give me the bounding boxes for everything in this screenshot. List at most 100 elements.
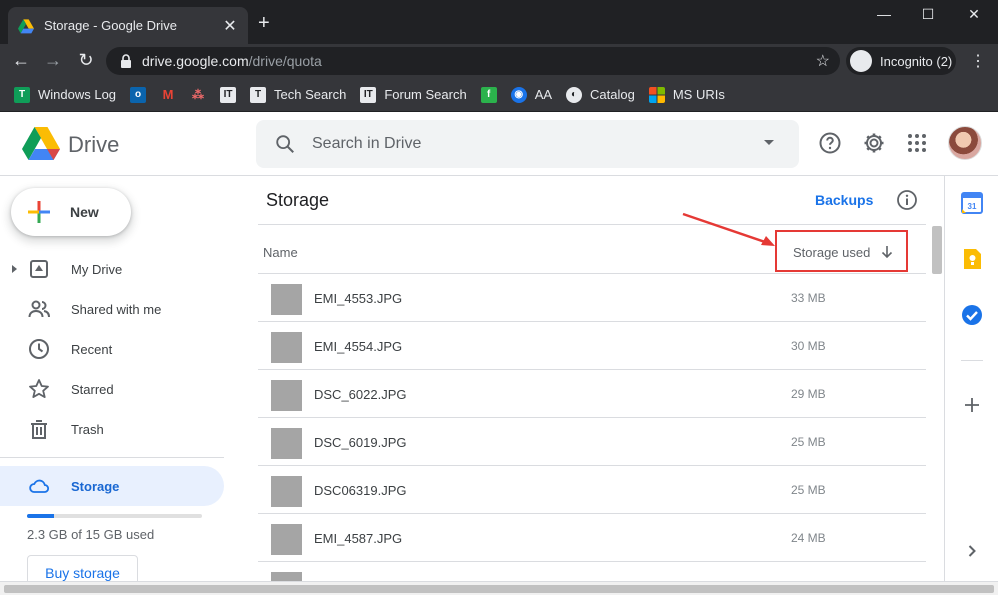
sidebar-item-label: Starred: [71, 381, 114, 397]
file-name: DSC06319.JPG: [314, 483, 407, 498]
google-drive-favicon-icon: [18, 18, 34, 33]
bookmark-ms-uris[interactable]: MS URIs: [648, 86, 725, 103]
sidebar-item-label: Storage: [71, 478, 120, 494]
expand-panel-chevron-icon[interactable]: [961, 540, 983, 562]
keep-icon[interactable]: [961, 248, 983, 270]
file-row[interactable]: [258, 561, 926, 584]
sidebar-item-starred[interactable]: Starred: [0, 373, 224, 405]
sidebar-item-storage[interactable]: Storage: [0, 466, 224, 506]
new-button-label: New: [70, 204, 99, 220]
aa-icon: ◉: [510, 86, 527, 103]
file-thumbnail: [271, 284, 302, 315]
sidebar-item-shared[interactable]: Shared with me: [0, 293, 224, 325]
calendar-icon[interactable]: 31: [961, 192, 983, 214]
expand-arrow-icon[interactable]: [12, 265, 17, 273]
microsoft-icon: [648, 86, 665, 103]
file-row[interactable]: DSC06319.JPG 25 MB: [258, 465, 926, 513]
file-name: EMI_4587.JPG: [314, 531, 403, 546]
browser-tab[interactable]: Storage - Google Drive ✕: [8, 7, 248, 44]
bookmark-outlook[interactable]: o: [130, 86, 147, 103]
search-options-icon[interactable]: [764, 140, 774, 145]
vertical-scrollbar[interactable]: [930, 224, 944, 580]
side-panel-divider: [961, 360, 983, 361]
column-header-name[interactable]: Name: [263, 245, 298, 260]
minimize-icon[interactable]: —: [874, 6, 894, 22]
bookmark-label: Forum Search: [384, 87, 467, 102]
horizontal-scrollbar[interactable]: [0, 581, 998, 595]
file-row[interactable]: DSC_6022.JPG 29 MB: [258, 369, 926, 417]
file-size: 24 MB: [791, 531, 826, 545]
file-size: 33 MB: [791, 291, 826, 305]
bookmark-feedly[interactable]: f: [480, 86, 497, 103]
file-thumbnail: [271, 332, 302, 363]
address-bar[interactable]: drive.google.com/drive/quota ☆: [106, 47, 840, 75]
bookmark-label: Catalog: [590, 87, 635, 102]
add-addon-plus-icon[interactable]: [961, 394, 983, 416]
bookmark-gmail[interactable]: M: [160, 87, 176, 103]
bookmark-star-icon[interactable]: ☆: [816, 51, 830, 71]
tab-close-icon[interactable]: ✕: [222, 16, 238, 36]
backups-link[interactable]: Backups: [815, 192, 873, 208]
cloud-icon: [29, 479, 50, 493]
bookmarks-bar: T Windows Log o M ⁂ IT T Tech Search IT …: [0, 78, 998, 112]
file-name: EMI_4554.JPG: [314, 339, 403, 354]
window-close-icon[interactable]: ✕: [964, 6, 984, 23]
sidebar-item-label: My Drive: [71, 261, 123, 277]
outlook-icon: o: [130, 86, 147, 103]
file-size: 29 MB: [791, 387, 826, 401]
app-title[interactable]: Drive: [68, 132, 119, 158]
shared-icon: [28, 300, 50, 318]
new-button[interactable]: New: [11, 188, 131, 236]
bookmark-label: AA: [534, 87, 553, 102]
apps-grid-icon[interactable]: [905, 131, 929, 155]
bookmark-label: Windows Log: [38, 87, 117, 102]
file-thumbnail: [271, 476, 302, 507]
bookmark-forum-search[interactable]: IT Forum Search: [360, 86, 467, 103]
sidebar-item-trash[interactable]: Trash: [0, 413, 224, 445]
search-icon[interactable]: [274, 133, 296, 155]
bookmark-label: MS URIs: [672, 87, 725, 102]
back-icon[interactable]: ←: [10, 50, 32, 70]
info-icon[interactable]: [896, 189, 918, 211]
account-avatar[interactable]: [948, 126, 982, 160]
maximize-icon[interactable]: ☐: [918, 6, 938, 23]
forward-icon[interactable]: →: [42, 50, 64, 70]
incognito-label: Incognito (2): [880, 53, 953, 69]
annotation-arrow-icon: [682, 212, 775, 246]
file-row[interactable]: EMI_4554.JPG 30 MB: [258, 321, 926, 369]
windows-log-icon: T: [14, 86, 30, 103]
sidebar-item-recent[interactable]: Recent: [0, 333, 224, 365]
forum-icon: IT: [360, 86, 377, 103]
browser-toolbar: ← → ↻ drive.google.com/drive/quota ☆ Inc…: [0, 44, 998, 78]
bookmark-tech-search[interactable]: T Tech Search: [250, 86, 346, 103]
browser-menu-icon[interactable]: ⋮: [970, 51, 986, 71]
new-tab-icon[interactable]: +: [258, 13, 270, 33]
sidebar-item-my-drive[interactable]: My Drive: [0, 253, 224, 285]
tasks-icon[interactable]: [961, 304, 983, 326]
help-icon[interactable]: [818, 131, 842, 155]
recent-icon: [29, 339, 49, 359]
settings-gear-icon[interactable]: [862, 131, 886, 155]
tab-title: Storage - Google Drive: [44, 18, 177, 33]
bookmark-asana[interactable]: ⁂: [190, 87, 206, 103]
svg-text:31: 31: [968, 202, 977, 211]
bookmark-catalog[interactable]: ◐ Catalog: [566, 86, 635, 103]
sidebar-item-label: Recent: [71, 341, 113, 357]
file-row[interactable]: DSC_6019.JPG 25 MB: [258, 417, 926, 465]
my-drive-icon: [30, 260, 48, 278]
annotation-highlight-box: [775, 230, 908, 272]
vertical-scrollbar-thumb[interactable]: [932, 226, 942, 274]
incognito-badge[interactable]: Incognito (2): [846, 47, 956, 75]
bookmark-windows-log[interactable]: T Windows Log: [14, 86, 117, 103]
reload-icon[interactable]: ↻: [75, 50, 97, 70]
file-thumbnail: [271, 524, 302, 555]
trash-icon: [31, 420, 47, 439]
search-input[interactable]: [312, 132, 732, 156]
bookmark-aa[interactable]: ◉ AA: [510, 86, 553, 103]
bookmark-techbook[interactable]: IT: [220, 86, 237, 103]
file-row[interactable]: EMI_4587.JPG 24 MB: [258, 513, 926, 561]
file-row[interactable]: EMI_4553.JPG 33 MB: [258, 273, 926, 321]
google-drive-logo-icon[interactable]: [22, 126, 60, 160]
search-box[interactable]: [256, 120, 799, 168]
horizontal-scrollbar-thumb[interactable]: [4, 585, 994, 593]
